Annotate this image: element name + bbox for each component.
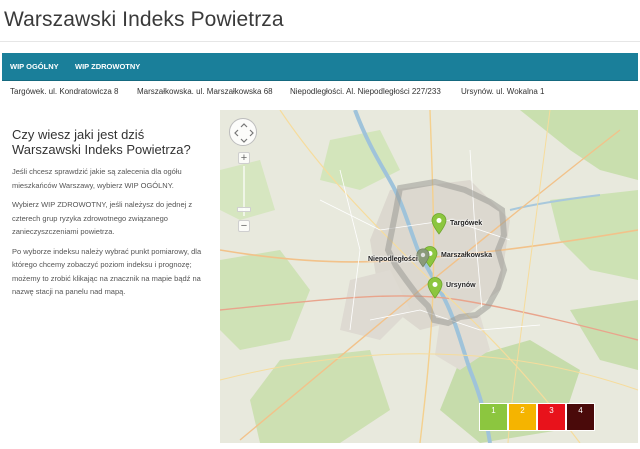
info-paragraph: Jeśli chcesz sprawdzić jakie są zaleceni… xyxy=(12,167,182,190)
map-pin-icon xyxy=(431,213,447,235)
map-view[interactable]: + − Targówek Marszałkowska Niepodległośc… xyxy=(220,110,638,443)
info-panel: Czy wiesz jaki jest dziś Warszawski Inde… xyxy=(12,127,212,305)
main-navbar: WIP OGÓLNY WIP ZDROWOTNY xyxy=(2,53,638,81)
marker-targowek[interactable] xyxy=(431,213,447,240)
title-divider xyxy=(0,41,640,42)
marker-label-marszalkowska: Marszałkowska xyxy=(441,252,492,259)
zoom-out-button[interactable]: − xyxy=(238,220,250,232)
marker-ursynow[interactable] xyxy=(427,277,443,304)
marker-niepodleglosci[interactable] xyxy=(416,248,430,273)
pan-control[interactable] xyxy=(229,118,257,146)
station-list: Targówek. ul. Kondratowicza 8 Marszałkow… xyxy=(0,87,640,103)
zoom-in-button[interactable]: + xyxy=(238,152,250,164)
page-title: Warszawski Indeks Powietrza xyxy=(4,8,284,31)
info-paragraph: Po wyborze indeksu należy wybrać punkt p… xyxy=(12,246,202,297)
station-marszalkowska[interactable]: Marszałkowska. ul. Marszałkowska 68 xyxy=(137,87,273,96)
legend-level-2: 2 xyxy=(508,403,537,431)
station-ursynow[interactable]: Ursynów. ul. Wokalna 1 xyxy=(461,87,544,96)
nav-wip-ogolny[interactable]: WIP OGÓLNY xyxy=(10,53,59,81)
info-heading: Czy wiesz jaki jest dziś Warszawski Inde… xyxy=(12,127,191,157)
map-pin-icon xyxy=(416,248,430,268)
zoom-slider-handle[interactable] xyxy=(237,207,251,212)
station-niepodleglosci[interactable]: Niepodległości. Al. Niepodległości 227/2… xyxy=(290,87,441,96)
station-targowek[interactable]: Targówek. ul. Kondratowicza 8 xyxy=(10,87,119,96)
marker-label-targowek: Targówek xyxy=(450,220,483,227)
legend-level-1: 1 xyxy=(479,403,508,431)
info-paragraph: Wybierz WIP ZDROWOTNY, jeśli należysz do… xyxy=(12,200,193,236)
nav-wip-zdrowotny[interactable]: WIP ZDROWOTNY xyxy=(75,53,140,81)
pan-arrows-icon xyxy=(234,123,254,143)
legend-level-4: 4 xyxy=(566,403,595,431)
marker-label-ursynow: Ursynów xyxy=(446,282,476,289)
map-pin-icon xyxy=(427,277,443,299)
marker-label-niepodleglosci: Niepodległości xyxy=(368,256,418,263)
legend-level-3: 3 xyxy=(537,403,566,431)
